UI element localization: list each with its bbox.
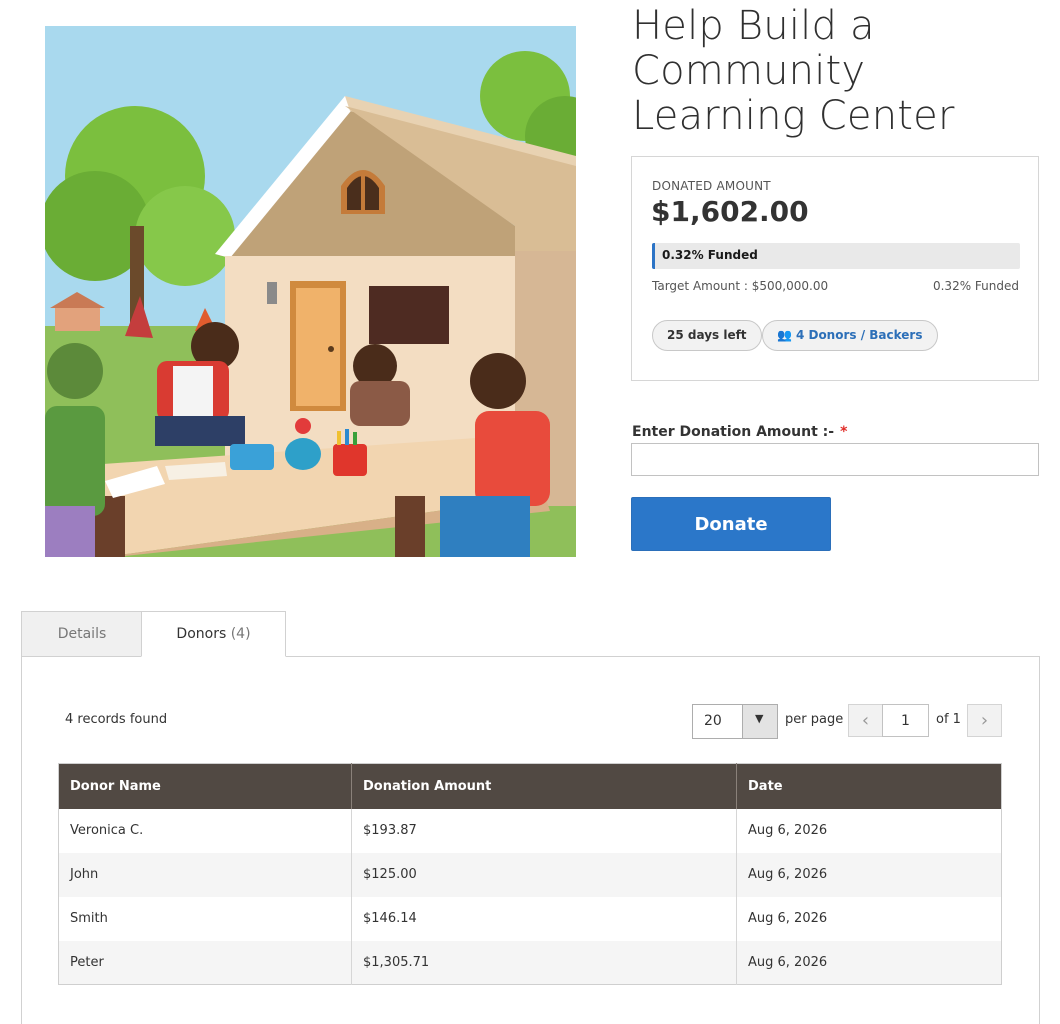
date-cell: Aug 6, 2026 <box>736 808 1002 853</box>
next-page-button[interactable]: › <box>967 704 1002 737</box>
donate-button[interactable]: Donate <box>631 497 831 551</box>
funding-progress-fill <box>652 243 655 269</box>
date-cell: Aug 6, 2026 <box>736 940 1002 985</box>
previous-page-button[interactable]: ‹ <box>848 704 882 737</box>
donor-name-cell: Smith <box>58 896 352 941</box>
funding-summary-box: DONATED AMOUNT $1,602.00 0.32% Funded Ta… <box>631 156 1039 381</box>
page-title: Help Build a Community Learning Center <box>632 3 955 139</box>
donated-amount-value: $1,602.00 <box>651 195 809 228</box>
chevron-left-icon: ‹ <box>861 710 870 731</box>
caret-down-icon: ▼ <box>755 712 764 725</box>
donation-amount-cell: $125.00 <box>351 852 737 897</box>
donors-table: Donor Name Donation Amount Date Veronica… <box>58 763 1002 985</box>
per-page-label: per page <box>785 712 844 727</box>
records-found: 4 records found <box>65 712 168 727</box>
table-row: John $125.00 Aug 6, 2026 <box>58 852 1002 897</box>
donor-name-cell: John <box>58 852 352 897</box>
total-pages: of 1 <box>936 712 961 727</box>
per-page-value: 20 <box>704 713 722 729</box>
date-cell: Aug 6, 2026 <box>736 852 1002 897</box>
donation-amount-label-text: Enter Donation Amount :- <box>632 424 835 440</box>
column-header-date: Date <box>736 763 1002 809</box>
per-page-select[interactable]: 20 ▼ <box>692 704 778 739</box>
product-image <box>45 26 576 557</box>
donation-amount-cell: $146.14 <box>351 896 737 941</box>
table-row: Veronica C. $193.87 Aug 6, 2026 <box>58 808 1002 853</box>
donation-amount-label: Enter Donation Amount :- * <box>632 424 847 440</box>
date-cell: Aug 6, 2026 <box>736 896 1002 941</box>
donation-amount-input[interactable] <box>631 443 1039 476</box>
required-mark: * <box>840 424 848 440</box>
donated-amount-label: DONATED AMOUNT <box>652 179 771 193</box>
table-row: Smith $146.14 Aug 6, 2026 <box>58 896 1002 941</box>
tab-donors-count: (4) <box>230 626 251 642</box>
funded-percent: 0.32% Funded <box>932 279 1019 293</box>
donors-backers-label: 4 Donors / Backers <box>795 328 923 342</box>
tab-donors[interactable]: Donors (4) <box>141 611 286 657</box>
donors-backers-badge[interactable]: 👥 4 Donors / Backers <box>762 320 938 351</box>
tab-donors-label: Donors <box>176 626 227 642</box>
current-page-input[interactable] <box>882 704 929 737</box>
donation-amount-cell: $1,305.71 <box>351 940 737 985</box>
donation-amount-cell: $193.87 <box>351 808 737 853</box>
table-row: Peter $1,305.71 Aug 6, 2026 <box>58 940 1002 985</box>
tab-details[interactable]: Details <box>21 611 142 657</box>
donor-name-cell: Peter <box>58 940 352 985</box>
target-amount: Target Amount : $500,000.00 <box>652 279 829 293</box>
days-left-badge: 25 days left <box>652 320 762 351</box>
donor-name-cell: Veronica C. <box>58 808 352 853</box>
column-header-donor-name: Donor Name <box>58 763 352 809</box>
per-page-dropdown-button[interactable]: ▼ <box>742 705 777 738</box>
column-header-donation-amount: Donation Amount <box>351 763 737 809</box>
users-icon: 👥 <box>777 328 792 342</box>
chevron-right-icon: › <box>980 710 989 731</box>
funding-progress-label: 0.32% Funded <box>662 248 758 262</box>
table-header-row: Donor Name Donation Amount Date <box>58 763 1002 809</box>
